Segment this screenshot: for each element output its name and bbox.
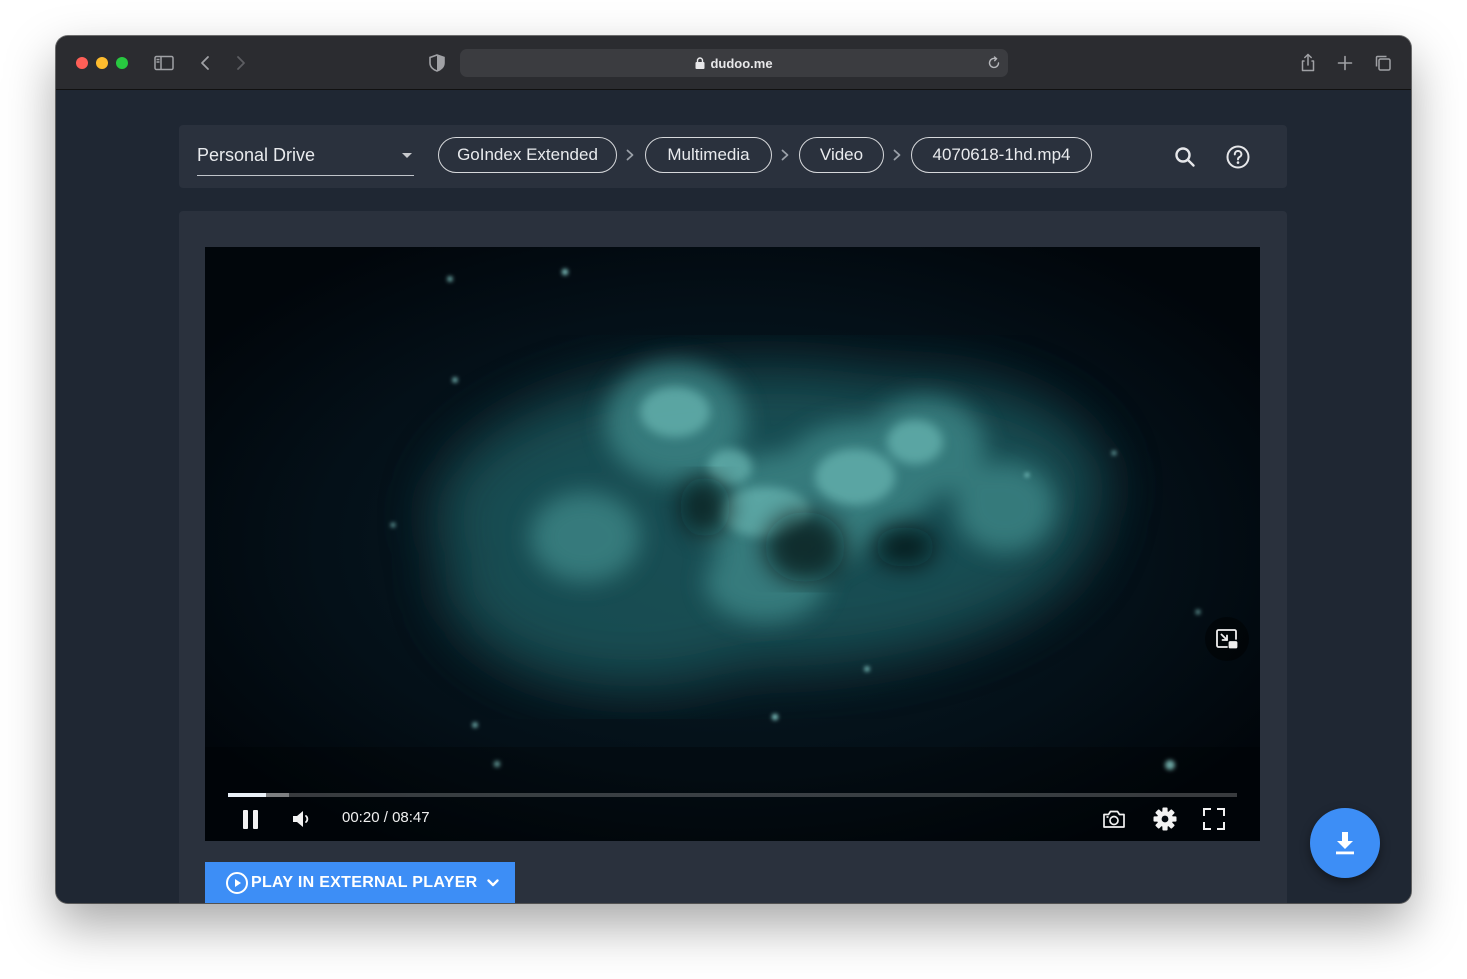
video-player[interactable]: 00:20 / 08:47 <box>205 247 1260 841</box>
back-icon[interactable] <box>193 50 219 76</box>
picture-in-picture-icon <box>1216 629 1238 649</box>
dropdown-caret-icon <box>402 153 412 158</box>
fullscreen-icon <box>1203 808 1225 830</box>
address-url: dudoo.me <box>710 55 773 71</box>
breadcrumb-chevron-icon <box>626 149 634 161</box>
close-window-button[interactable] <box>76 57 88 69</box>
chevron-down-icon <box>486 879 499 887</box>
forward-icon[interactable] <box>227 50 253 76</box>
screenshot-button[interactable] <box>1101 806 1127 832</box>
lock-icon <box>695 57 705 69</box>
duration: 08:47 <box>392 809 430 826</box>
picture-in-picture-button[interactable] <box>1205 617 1249 661</box>
settings-icon <box>1153 807 1177 831</box>
time-separator: / <box>383 809 393 826</box>
pause-button[interactable] <box>240 807 262 831</box>
breadcrumb-chevron-icon <box>781 149 789 161</box>
play-circle-icon <box>226 872 248 894</box>
screenshot-icon <box>1103 810 1125 828</box>
browser-window: dudoo.me Personal Drive GoIndex Extended… <box>56 36 1411 903</box>
reload-icon[interactable] <box>986 55 1002 71</box>
drive-select-label: Personal Drive <box>197 145 316 165</box>
share-icon[interactable] <box>1295 50 1321 76</box>
tabs-overview-icon[interactable] <box>1370 50 1396 76</box>
page-content: Personal Drive GoIndex Extended Multimed… <box>56 90 1411 903</box>
fullscreen-button[interactable] <box>1201 806 1227 832</box>
download-icon <box>1336 832 1354 855</box>
download-button[interactable] <box>1310 808 1380 878</box>
seek-played <box>228 793 267 797</box>
address-bar[interactable]: dudoo.me <box>460 49 1008 77</box>
breadcrumb-current-file[interactable]: 4070618-1hd.mp4 <box>911 137 1092 173</box>
seek-bar[interactable] <box>228 793 1237 797</box>
shield-icon[interactable] <box>424 50 450 76</box>
video-card: 00:20 / 08:47 PLAY IN EXTERNAL PLAYER <box>179 211 1287 903</box>
video-frame <box>205 247 1260 841</box>
zoom-window-button[interactable] <box>116 57 128 69</box>
drive-select[interactable]: Personal Drive <box>197 139 414 176</box>
time-display: 00:20 / 08:47 <box>342 809 430 826</box>
breadcrumb-multimedia[interactable]: Multimedia <box>645 137 772 173</box>
volume-icon <box>293 811 309 827</box>
settings-button[interactable] <box>1151 805 1179 833</box>
browser-titlebar: dudoo.me <box>56 36 1411 90</box>
search-icon[interactable] <box>1172 144 1198 170</box>
current-time: 00:20 <box>342 809 380 826</box>
breadcrumb-video[interactable]: Video <box>799 137 884 173</box>
sidebar-icon[interactable] <box>151 50 177 76</box>
external-player-label: PLAY IN EXTERNAL PLAYER <box>251 874 478 891</box>
breadcrumb-goindex-extended[interactable]: GoIndex Extended <box>438 137 617 173</box>
top-navbar: Personal Drive GoIndex Extended Multimed… <box>179 125 1287 188</box>
volume-button[interactable] <box>291 807 315 831</box>
minimize-window-button[interactable] <box>96 57 108 69</box>
pause-icon <box>243 810 258 829</box>
breadcrumb-chevron-icon <box>893 149 901 161</box>
new-tab-icon[interactable] <box>1332 50 1358 76</box>
help-icon[interactable] <box>1225 144 1251 170</box>
play-in-external-player-button[interactable]: PLAY IN EXTERNAL PLAYER <box>205 862 515 903</box>
